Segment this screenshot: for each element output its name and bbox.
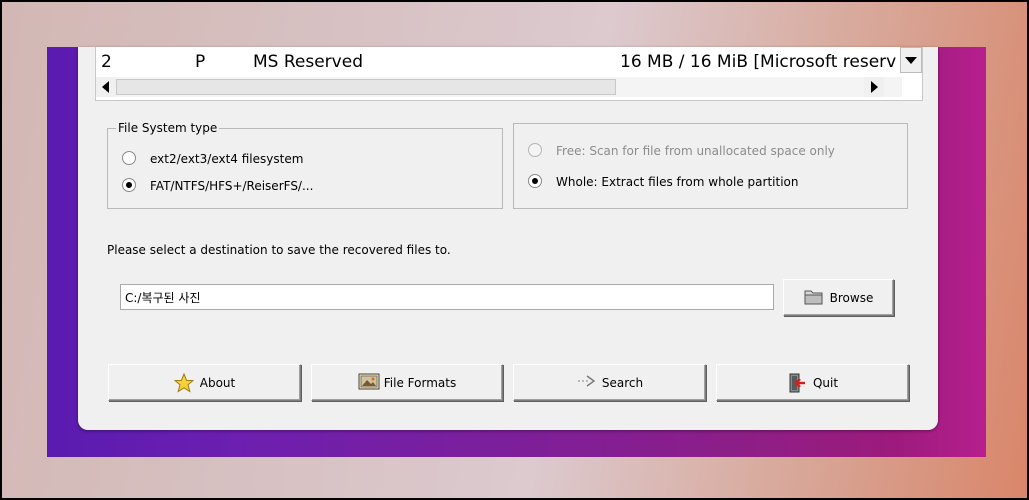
arrow-left-icon <box>102 81 109 93</box>
scroll-right-button[interactable] <box>864 77 884 97</box>
browse-label: Browse <box>829 290 874 305</box>
search-label: Search <box>601 375 644 390</box>
partition-name: MS Reserved <box>253 52 363 72</box>
radio-button[interactable] <box>122 151 136 165</box>
radio-button-checked[interactable] <box>122 178 136 192</box>
radio-label: FAT/NTFS/HFS+/ReiserFS/... <box>150 179 314 193</box>
file-formats-label: File Formats <box>383 375 457 390</box>
destination-path-input[interactable] <box>120 284 774 310</box>
scan-scope-group: Free: Scan for file from unallocated spa… <box>513 123 908 209</box>
arrow-right-icon <box>576 373 596 393</box>
radio-label: Whole: Extract files from whole partitio… <box>556 175 799 189</box>
browse-button[interactable]: Browse <box>783 279 894 316</box>
radio-button-disabled[interactable] <box>528 143 542 157</box>
exit-door-icon <box>787 373 807 393</box>
quit-label: Quit <box>812 375 839 390</box>
partition-row[interactable]: 2 P MS Reserved 16 MB / 16 MiB [Microsof… <box>96 47 902 77</box>
filesystem-type-title: File System type <box>116 121 220 135</box>
partition-number: 2 <box>101 52 112 72</box>
star-icon <box>173 372 194 393</box>
chevron-down-icon <box>905 57 917 64</box>
scroll-down-button[interactable] <box>900 47 922 73</box>
radio-button-checked[interactable] <box>528 174 542 188</box>
search-button[interactable]: Search <box>513 364 706 401</box>
scroll-left-button[interactable] <box>96 77 116 97</box>
arrow-right-icon <box>871 81 878 93</box>
destination-prompt: Please select a destination to save the … <box>107 243 451 257</box>
file-formats-button[interactable]: File Formats <box>311 364 503 401</box>
about-label: About <box>199 375 236 390</box>
desktop-background: 2 P MS Reserved 16 MB / 16 MiB [Microsof… <box>2 2 1027 498</box>
scrollbar-thumb[interactable] <box>116 79 616 95</box>
partition-list[interactable]: 2 P MS Reserved 16 MB / 16 MiB [Microsof… <box>95 47 923 101</box>
qphotorec-window: 2 P MS Reserved 16 MB / 16 MiB [Microsof… <box>78 47 938 430</box>
filesystem-type-group: File System type ext2/ext3/ext4 filesyst… <box>107 121 503 209</box>
about-button[interactable]: About <box>108 364 301 401</box>
partition-size: 16 MB / 16 MiB [Microsoft reserv <box>620 52 897 72</box>
radio-label: Free: Scan for file from unallocated spa… <box>556 144 835 158</box>
partition-flag: P <box>195 52 206 72</box>
radio-label: ext2/ext3/ext4 filesystem <box>150 152 304 166</box>
quit-button[interactable]: Quit <box>716 364 909 401</box>
picture-icon <box>358 373 380 393</box>
folder-icon <box>804 288 824 308</box>
horizontal-scrollbar[interactable] <box>96 77 902 97</box>
